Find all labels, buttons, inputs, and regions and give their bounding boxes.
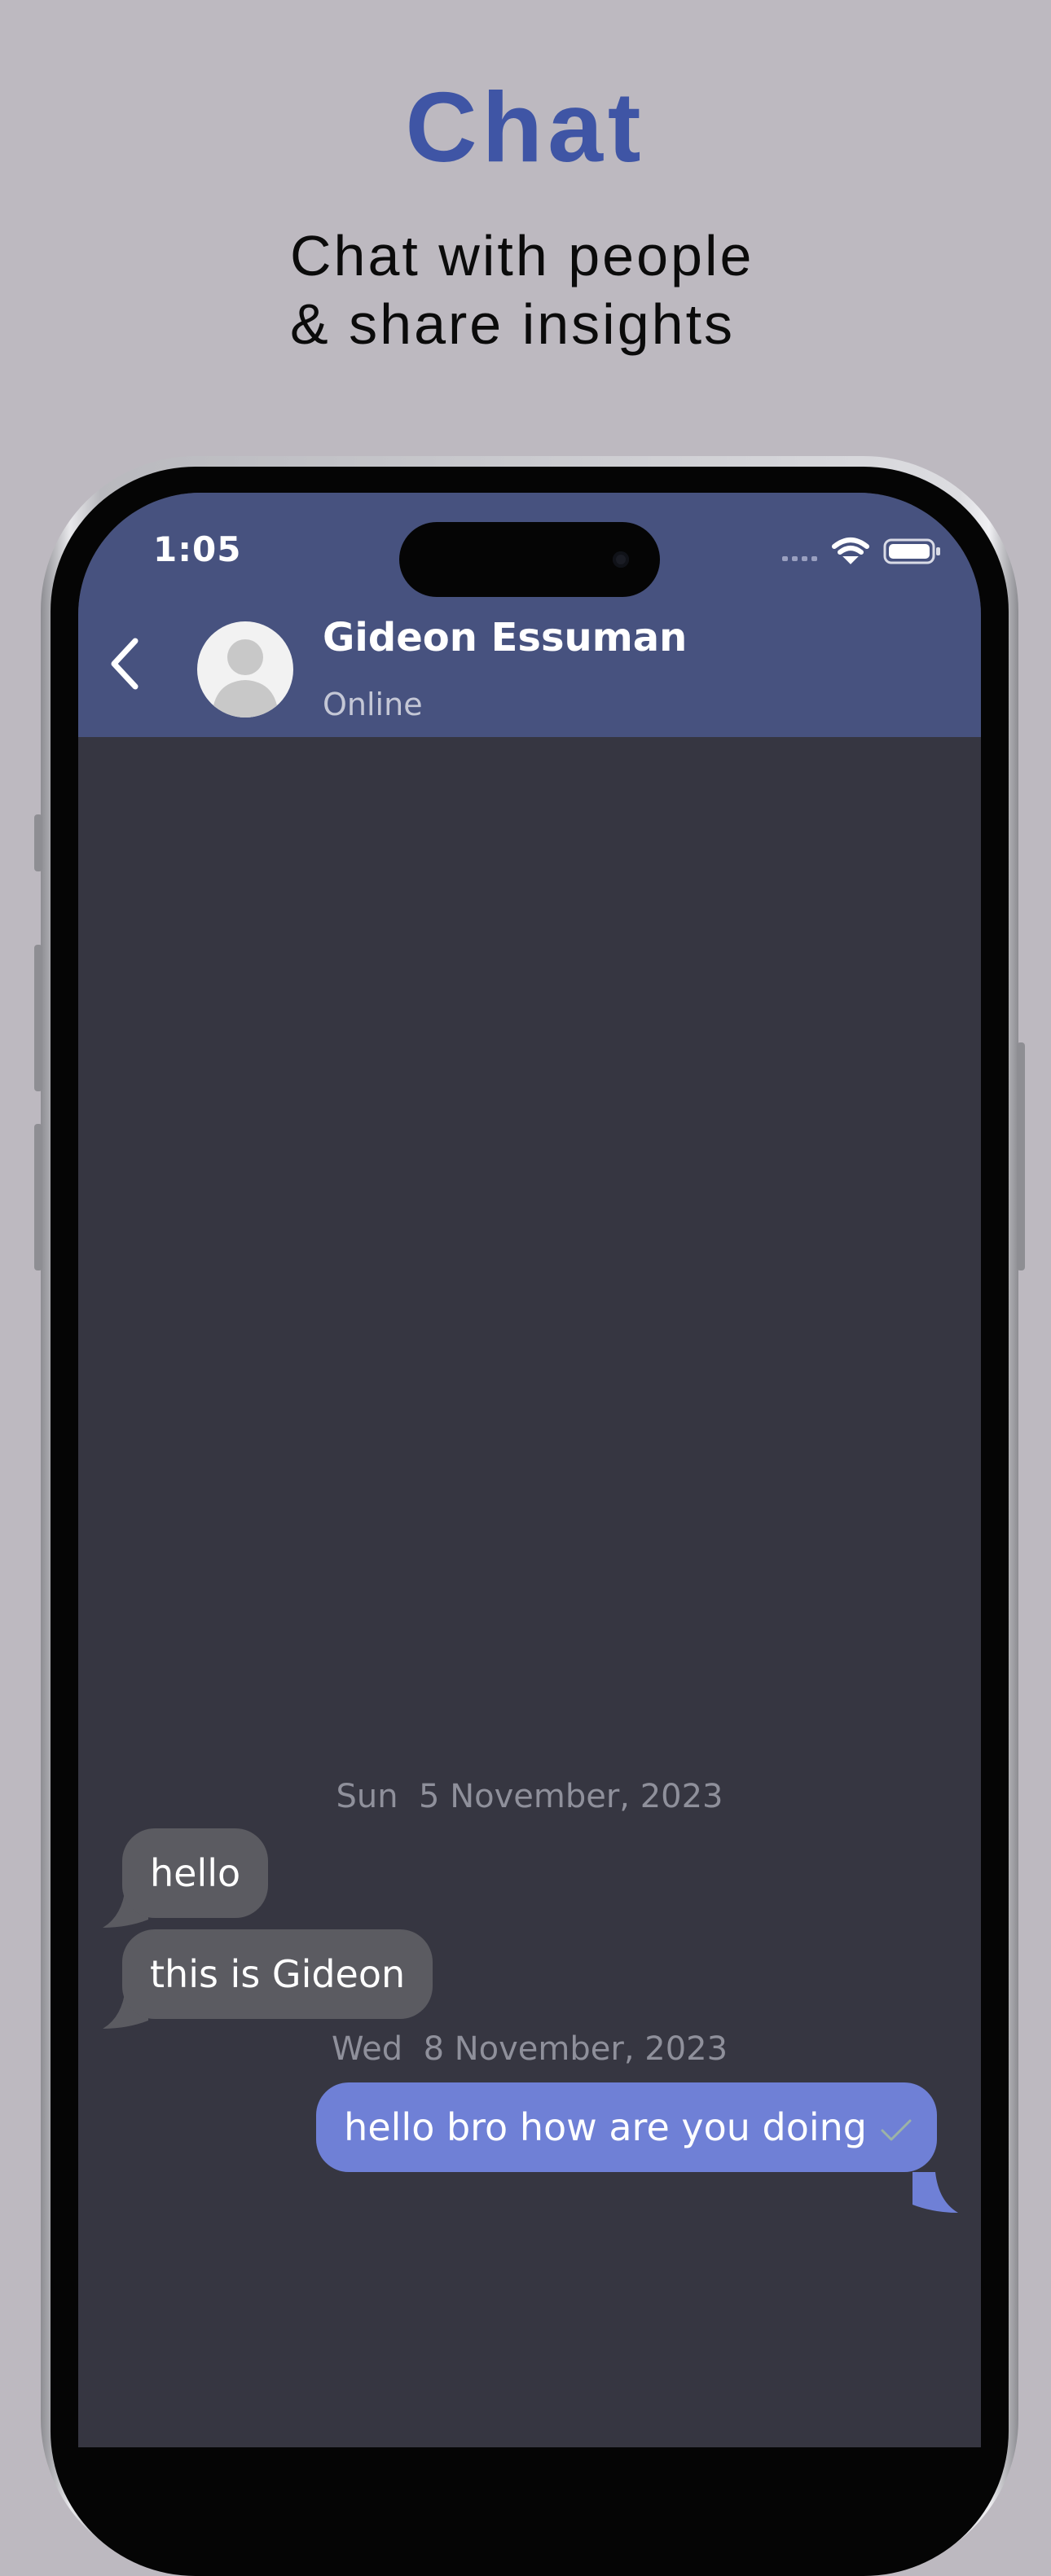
date-separator: Wed 8 November, 2023: [331, 2030, 728, 2068]
dynamic-island: [399, 522, 660, 597]
side-button-volume-up: [34, 945, 42, 1091]
outgoing-message[interactable]: hello bro how are you doing: [316, 2082, 937, 2172]
status-time: 1:05: [153, 529, 242, 569]
wifi-icon: [832, 538, 869, 564]
default-user-icon: [212, 639, 279, 718]
status-indicators: [782, 538, 940, 564]
incoming-message[interactable]: this is Gideon: [122, 1929, 433, 2019]
bubble-tail: [912, 2172, 958, 2213]
side-button-volume-down: [34, 1124, 42, 1270]
side-button-power: [1017, 1042, 1025, 1270]
camera-icon: [613, 551, 629, 568]
side-button-action: [34, 814, 42, 871]
contact-status: Online: [323, 687, 423, 722]
contact-name: Gideon Essuman: [323, 615, 688, 660]
outgoing-message-text: hello bro how are you doing: [344, 2105, 867, 2149]
avatar[interactable]: [197, 621, 293, 718]
cellular-signal-icon: [782, 556, 817, 561]
promo-subtitle: Chat with people & share insights: [290, 222, 754, 358]
promo-subtitle-line-1: Chat with people: [290, 224, 754, 287]
incoming-message[interactable]: hello: [122, 1828, 269, 1918]
date-separator: Sun 5 November, 2023: [336, 1778, 723, 1815]
back-button[interactable]: [99, 631, 148, 696]
phone-screen: 1:05 Gideon Essuman Online Sun 5 Novembe…: [78, 493, 981, 2447]
chat-header: 1:05 Gideon Essuman Online: [78, 493, 981, 737]
chevron-left-icon: [111, 638, 139, 690]
sent-check-icon: [881, 2119, 912, 2140]
promo-subtitle-line-2: & share insights: [290, 292, 736, 356]
promo-title: Chat: [405, 72, 646, 182]
battery-icon: [883, 538, 940, 564]
